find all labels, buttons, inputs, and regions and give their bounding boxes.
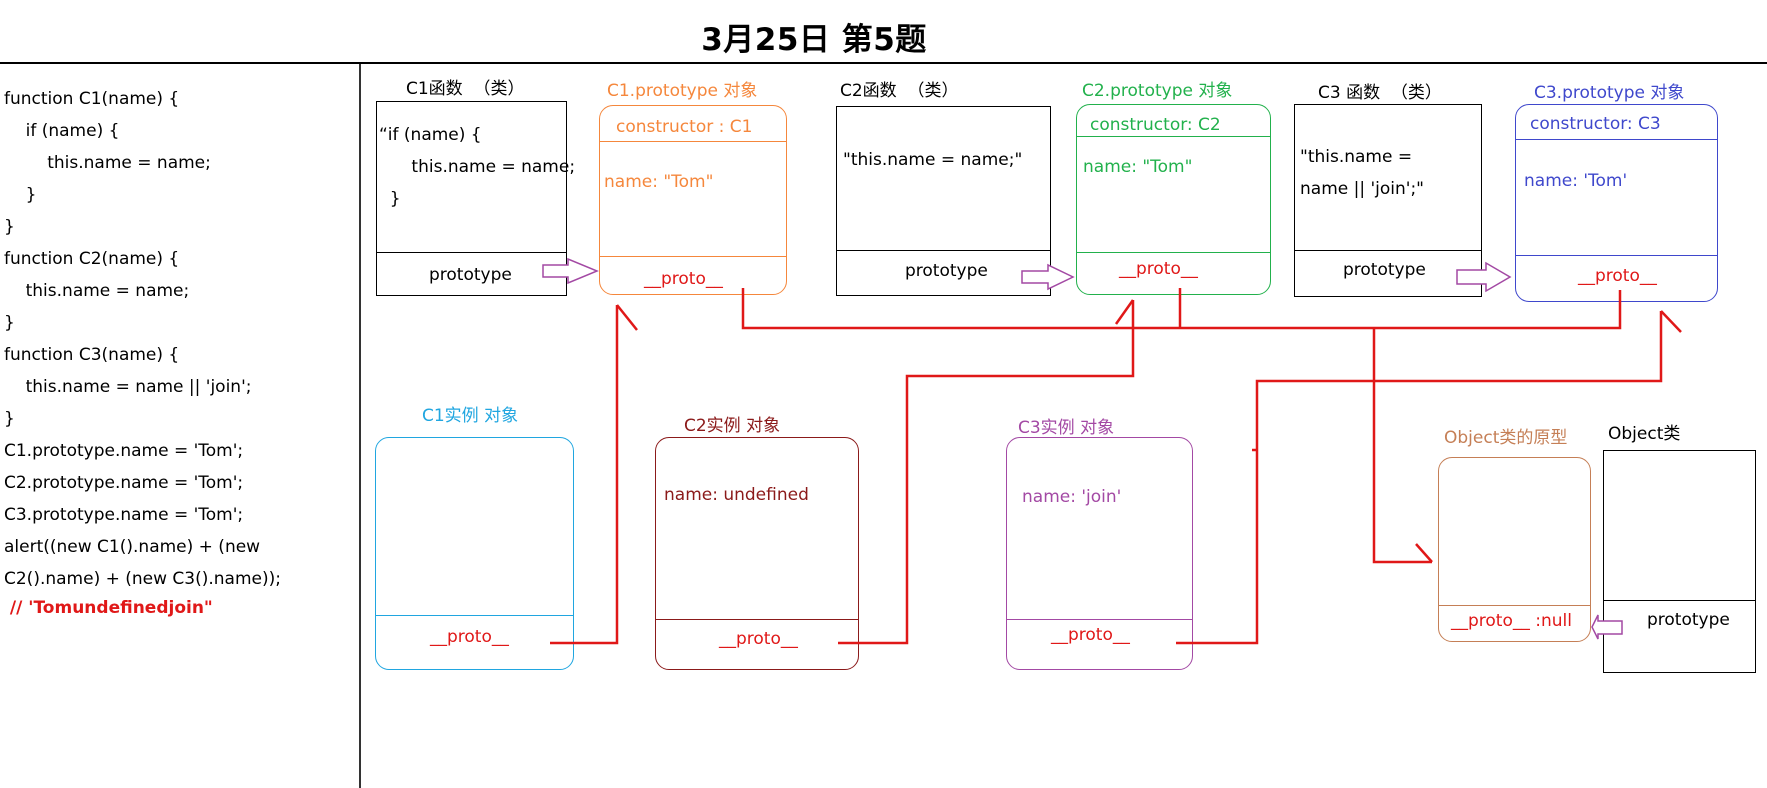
c3-instance-proto-link xyxy=(1176,311,1663,645)
prototype-pointer-arrows xyxy=(542,257,1623,640)
c2-instance-proto-link-arrowhead xyxy=(1114,299,1135,325)
object-prototype-link xyxy=(1372,328,1432,564)
c3-instance-proto-link-arrowhead xyxy=(1660,310,1682,333)
prototypes-to-object-link xyxy=(741,288,1622,330)
c1-instance-proto-link xyxy=(550,305,619,645)
c2-prototype-pointer-arrow xyxy=(1021,263,1075,291)
c1-instance-proto-link-arrowhead xyxy=(616,304,638,331)
object-prototype-pointer-arrow-left xyxy=(1591,614,1623,640)
connector-layer xyxy=(542,257,1682,645)
proto-chain-links xyxy=(550,288,1682,645)
c2-instance-proto-link xyxy=(838,300,1135,645)
c1-prototype-pointer-arrow xyxy=(542,257,599,285)
object-prototype-link-arrowhead xyxy=(1415,543,1433,563)
c3-prototype-pointer-arrow xyxy=(1456,261,1512,293)
